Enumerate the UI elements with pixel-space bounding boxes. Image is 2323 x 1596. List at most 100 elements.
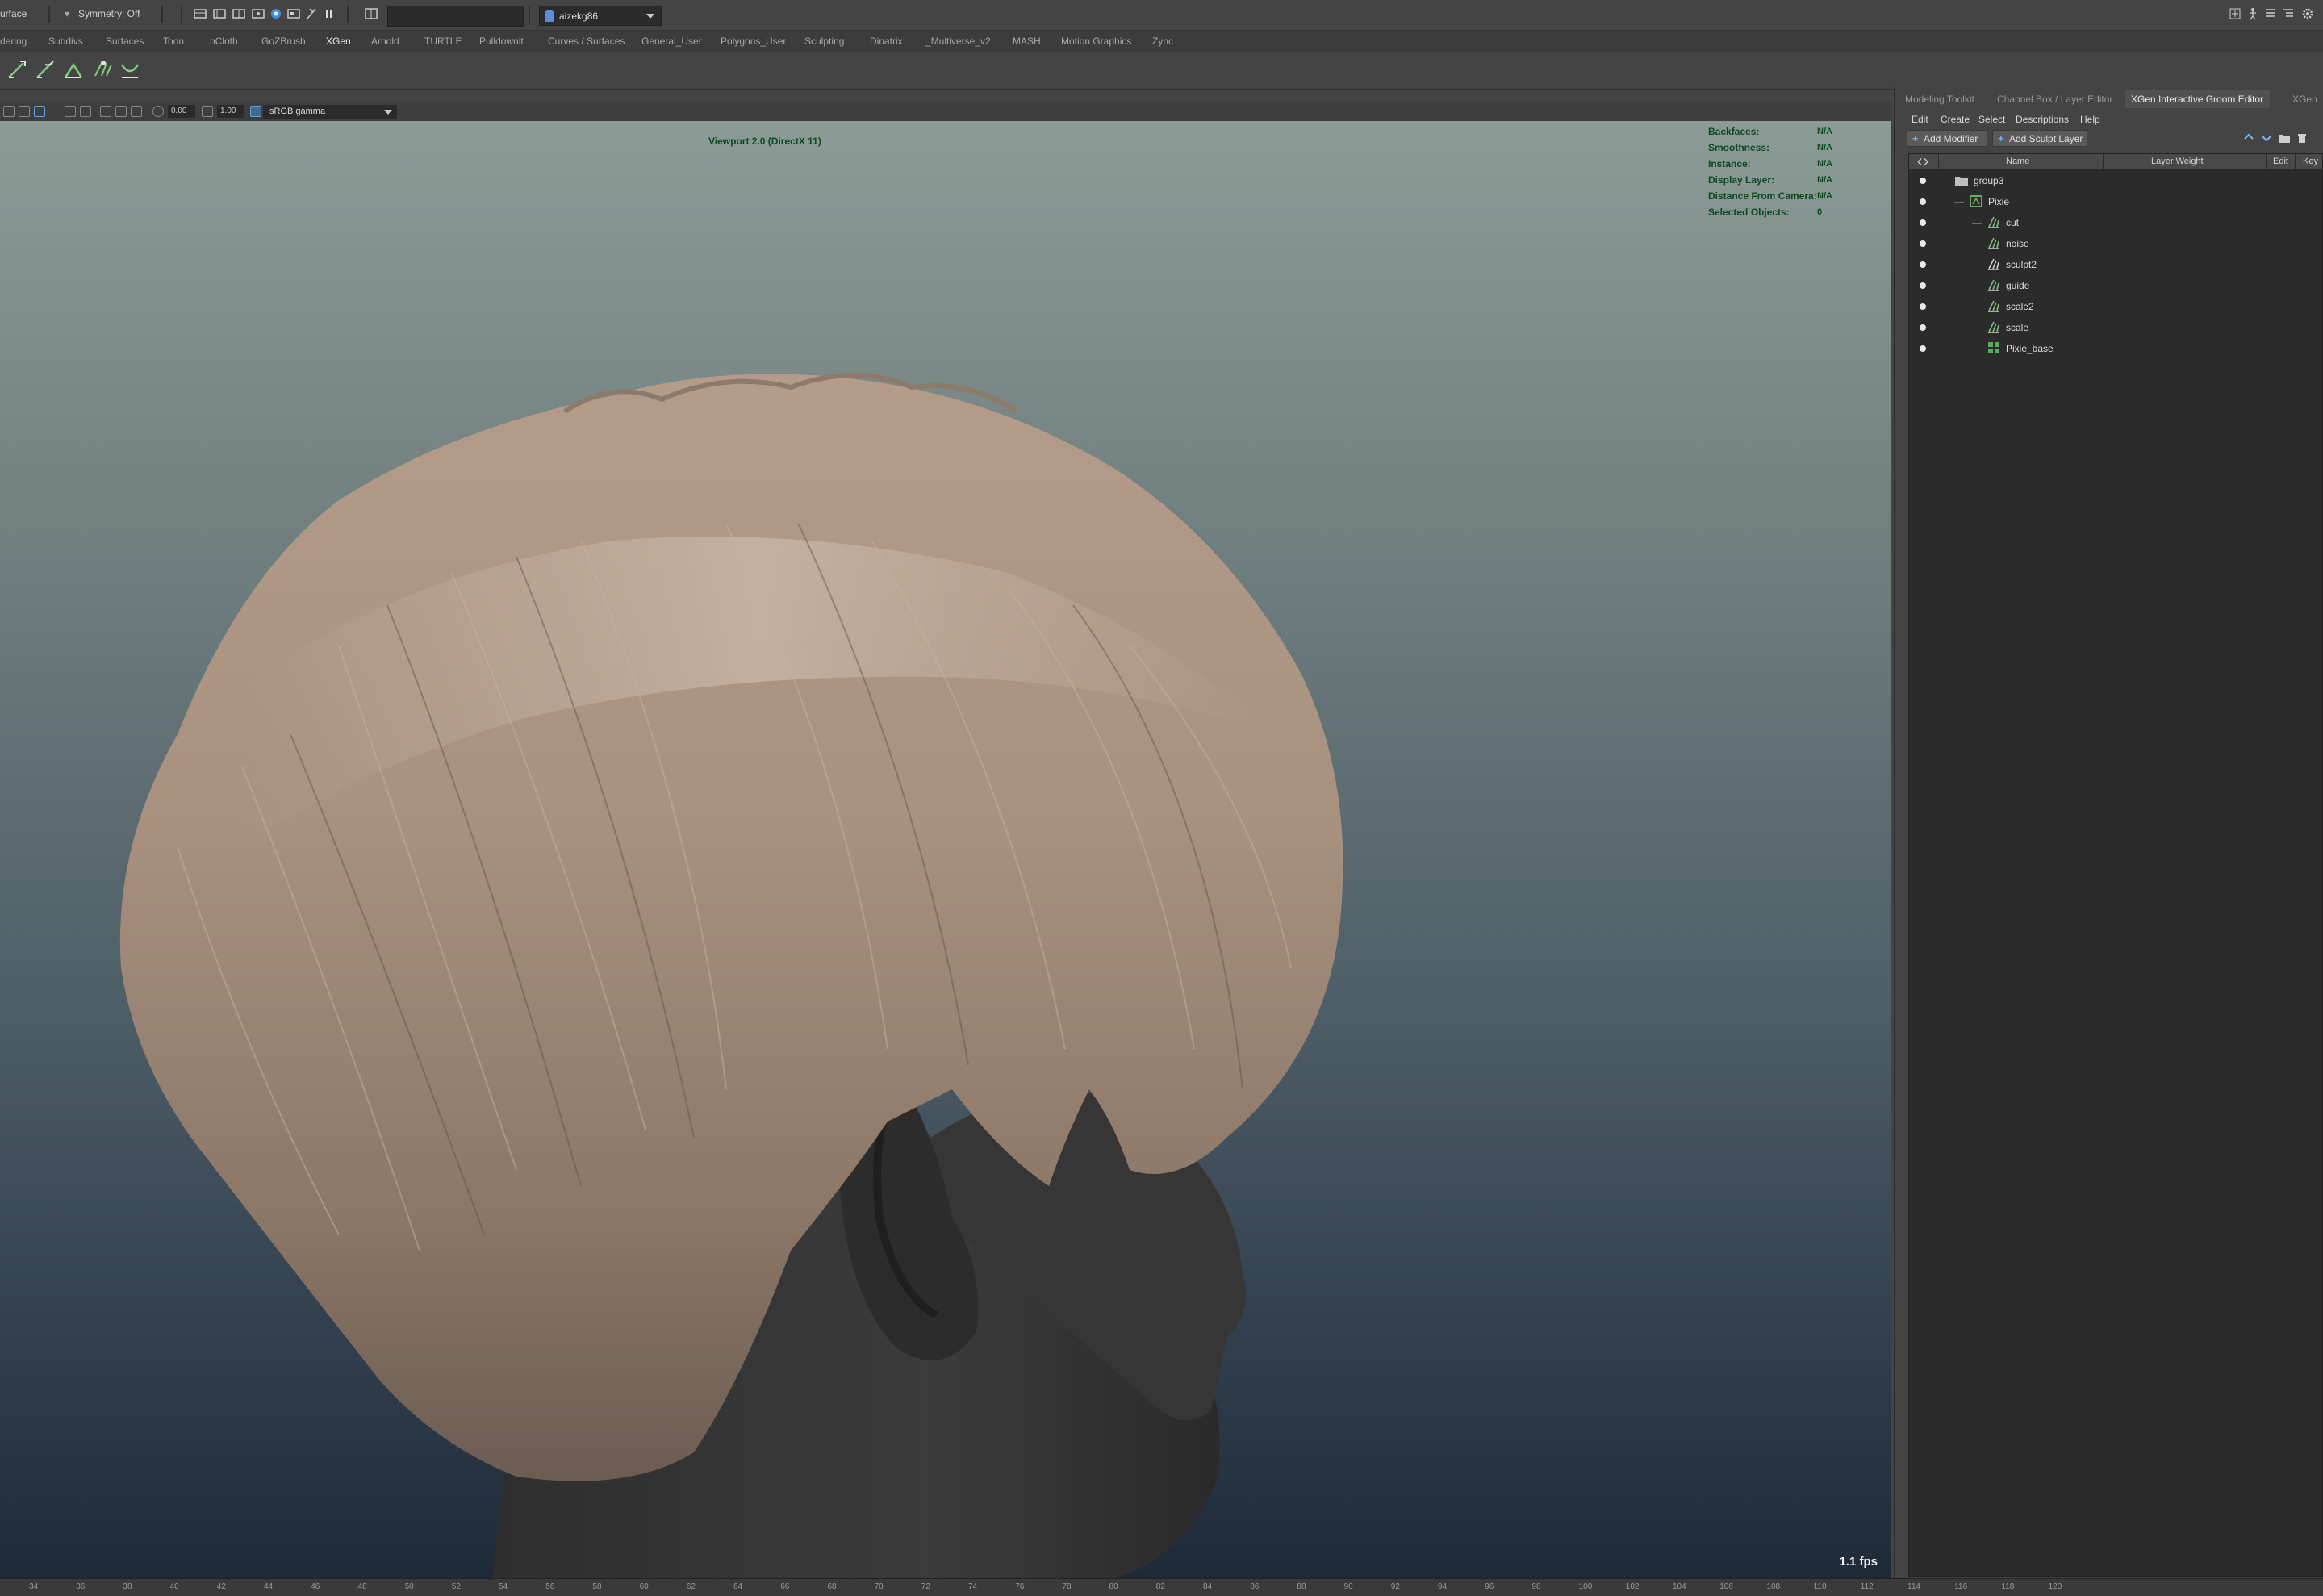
tab-multiverse-v2[interactable]: _Multiverse_v2 bbox=[925, 36, 991, 47]
render-icon[interactable] bbox=[194, 7, 207, 20]
lights-icon[interactable] bbox=[19, 106, 30, 117]
visibility-toggle[interactable] bbox=[1920, 178, 1926, 184]
color-space-dropdown[interactable]: sRGB gamma bbox=[263, 105, 397, 119]
tab-toon[interactable]: Toon bbox=[163, 36, 184, 47]
tree-row-cut[interactable]: cut bbox=[1909, 212, 2322, 233]
tab-motion-graphics[interactable]: Motion Graphics bbox=[1061, 36, 1131, 47]
render-view-icon[interactable] bbox=[287, 7, 300, 20]
panel-layout-icon[interactable] bbox=[365, 7, 378, 20]
visibility-toggle[interactable] bbox=[1920, 324, 1926, 331]
tab-xgen-interactive-groom-editor[interactable]: XGen Interactive Groom Editor bbox=[2125, 90, 2271, 108]
hypershade-icon[interactable] bbox=[252, 7, 265, 20]
move-down-icon[interactable] bbox=[2260, 132, 2273, 144]
tab-channel-box[interactable]: Channel Box / Layer Editor bbox=[1991, 90, 2119, 108]
lighting-icon[interactable] bbox=[305, 7, 318, 20]
sculpt-modifier-icon bbox=[1987, 257, 2001, 271]
tree-row-group3[interactable]: group3 bbox=[1909, 170, 2322, 191]
tab-zync[interactable]: Zync bbox=[1152, 36, 1173, 47]
tab-turtle[interactable]: TURTLE bbox=[424, 36, 462, 47]
symmetry-label[interactable]: Symmetry: Off bbox=[78, 8, 140, 19]
pause-icon[interactable] bbox=[323, 7, 336, 20]
tab-modeling-toolkit[interactable]: Modeling Toolkit bbox=[1899, 90, 1981, 108]
tab-subdivs[interactable]: Subdivs bbox=[48, 36, 83, 47]
attribute-editor-icon[interactable] bbox=[2264, 7, 2277, 20]
tab-curves-surfaces[interactable]: Curves / Surfaces bbox=[548, 36, 625, 47]
column-name[interactable]: Name bbox=[2006, 157, 2029, 166]
user-account-dropdown[interactable]: aizekg86 bbox=[539, 6, 662, 26]
tool-settings-icon[interactable] bbox=[2282, 7, 2295, 20]
move-up-icon[interactable] bbox=[2242, 132, 2255, 144]
tab-arnold[interactable]: Arnold bbox=[371, 36, 399, 47]
groom-brush-4-icon[interactable] bbox=[90, 56, 115, 81]
menu-help[interactable]: Help bbox=[2080, 114, 2100, 125]
tab-pulldownit[interactable]: Pulldownit bbox=[479, 36, 524, 47]
visibility-toggle[interactable] bbox=[1920, 303, 1926, 310]
bookmark-icon[interactable] bbox=[115, 106, 127, 117]
scale-modifier-icon bbox=[1987, 299, 2001, 313]
tab-xgen[interactable]: XGen bbox=[2286, 90, 2323, 108]
menu-edit[interactable]: Edit bbox=[1911, 114, 1928, 125]
tab-mash[interactable]: MASH bbox=[1013, 36, 1041, 47]
add-sculpt-layer-button[interactable]: + Add Sculpt Layer bbox=[1992, 130, 2087, 147]
gamma-field[interactable]: 1.00 bbox=[217, 105, 244, 118]
tab-gozbrush[interactable]: GoZBrush bbox=[261, 36, 306, 47]
visibility-toggle[interactable] bbox=[1920, 240, 1926, 247]
visibility-toggle[interactable] bbox=[1920, 282, 1926, 289]
exposure-field[interactable]: 0.00 bbox=[168, 105, 195, 118]
modeling-toolkit-icon[interactable] bbox=[2229, 7, 2242, 20]
camera-icon[interactable] bbox=[3, 106, 15, 117]
tab-sculpting[interactable]: Sculpting bbox=[804, 36, 844, 47]
search-input[interactable] bbox=[387, 6, 524, 27]
add-modifier-button[interactable]: + Add Modifier bbox=[1907, 130, 1987, 147]
folder-icon[interactable] bbox=[2278, 132, 2291, 144]
menu-create[interactable]: Create bbox=[1941, 114, 1970, 125]
groom-brush-2-icon[interactable] bbox=[34, 56, 58, 81]
menu-descriptions[interactable]: Descriptions bbox=[2016, 114, 2069, 125]
time-slider[interactable]: 34 36 38 40 42 44 46 48 50 52 54 56 58 60 62 64 66 68 70 72… bbox=[0, 1578, 2323, 1596]
column-edit[interactable]: Edit bbox=[2273, 157, 2288, 166]
tab-dinatrix[interactable]: Dinatrix bbox=[870, 36, 903, 47]
gear-icon[interactable] bbox=[2301, 7, 2314, 20]
tree-row-pixie[interactable]: Pixie bbox=[1909, 191, 2322, 212]
tree-row-pixie-base[interactable]: Pixie_base bbox=[1909, 338, 2322, 359]
wireframe-icon[interactable] bbox=[80, 106, 91, 117]
tab-general-user[interactable]: General_User bbox=[641, 36, 702, 47]
ipr-render-icon[interactable] bbox=[213, 7, 226, 20]
gamma-icon[interactable] bbox=[202, 106, 213, 117]
visibility-toggle[interactable] bbox=[1920, 198, 1926, 205]
tab-polygons-user[interactable]: Polygons_User bbox=[721, 36, 786, 47]
grid-icon[interactable] bbox=[100, 106, 111, 117]
groom-brush-1-icon[interactable] bbox=[6, 56, 30, 81]
tab-dering[interactable]: dering bbox=[0, 36, 27, 47]
isolate-icon[interactable] bbox=[34, 106, 45, 117]
color-management-icon[interactable] bbox=[250, 106, 261, 117]
visibility-toggle[interactable] bbox=[1920, 345, 1926, 352]
tab-xgen[interactable]: XGen bbox=[326, 36, 351, 47]
arnold-render-icon[interactable] bbox=[269, 7, 282, 20]
xray-icon[interactable] bbox=[65, 106, 76, 117]
visibility-toggle[interactable] bbox=[1920, 219, 1926, 226]
render-settings-icon[interactable] bbox=[232, 7, 245, 20]
visibility-toggle[interactable] bbox=[1920, 261, 1926, 268]
tree-row-scale2[interactable]: scale2 bbox=[1909, 296, 2322, 317]
hud-icon[interactable] bbox=[131, 106, 142, 117]
tab-ncloth[interactable]: nCloth bbox=[210, 36, 238, 47]
symmetry-dropdown-arrow-icon[interactable]: ▾ bbox=[65, 8, 69, 19]
tab-surfaces[interactable]: Surfaces bbox=[106, 36, 144, 47]
tree-row-sculpt2[interactable]: sculpt2 bbox=[1909, 254, 2322, 275]
groom-brush-3-icon[interactable] bbox=[62, 56, 86, 81]
trash-icon[interactable] bbox=[2296, 132, 2308, 144]
viewport-3d[interactable]: Viewport 2.0 (DirectX 11) Backfaces: N/A S… bbox=[0, 121, 1891, 1578]
column-layer-weight[interactable]: Layer Weight bbox=[2151, 157, 2204, 166]
human-ik-icon[interactable] bbox=[2246, 7, 2259, 20]
tree-row-noise[interactable]: noise bbox=[1909, 233, 2322, 254]
column-key[interactable]: Key bbox=[2303, 157, 2318, 166]
menu-set-label[interactable]: urface bbox=[0, 8, 27, 19]
tree-row-scale[interactable]: scale bbox=[1909, 317, 2322, 338]
tree-row-guide[interactable]: guide bbox=[1909, 275, 2322, 296]
visibility-header-icon[interactable] bbox=[1917, 157, 1928, 166]
menu-select[interactable]: Select bbox=[1978, 114, 2005, 125]
groom-brush-5-icon[interactable] bbox=[119, 56, 143, 81]
exposure-icon[interactable] bbox=[152, 106, 164, 117]
separator bbox=[347, 6, 349, 23]
